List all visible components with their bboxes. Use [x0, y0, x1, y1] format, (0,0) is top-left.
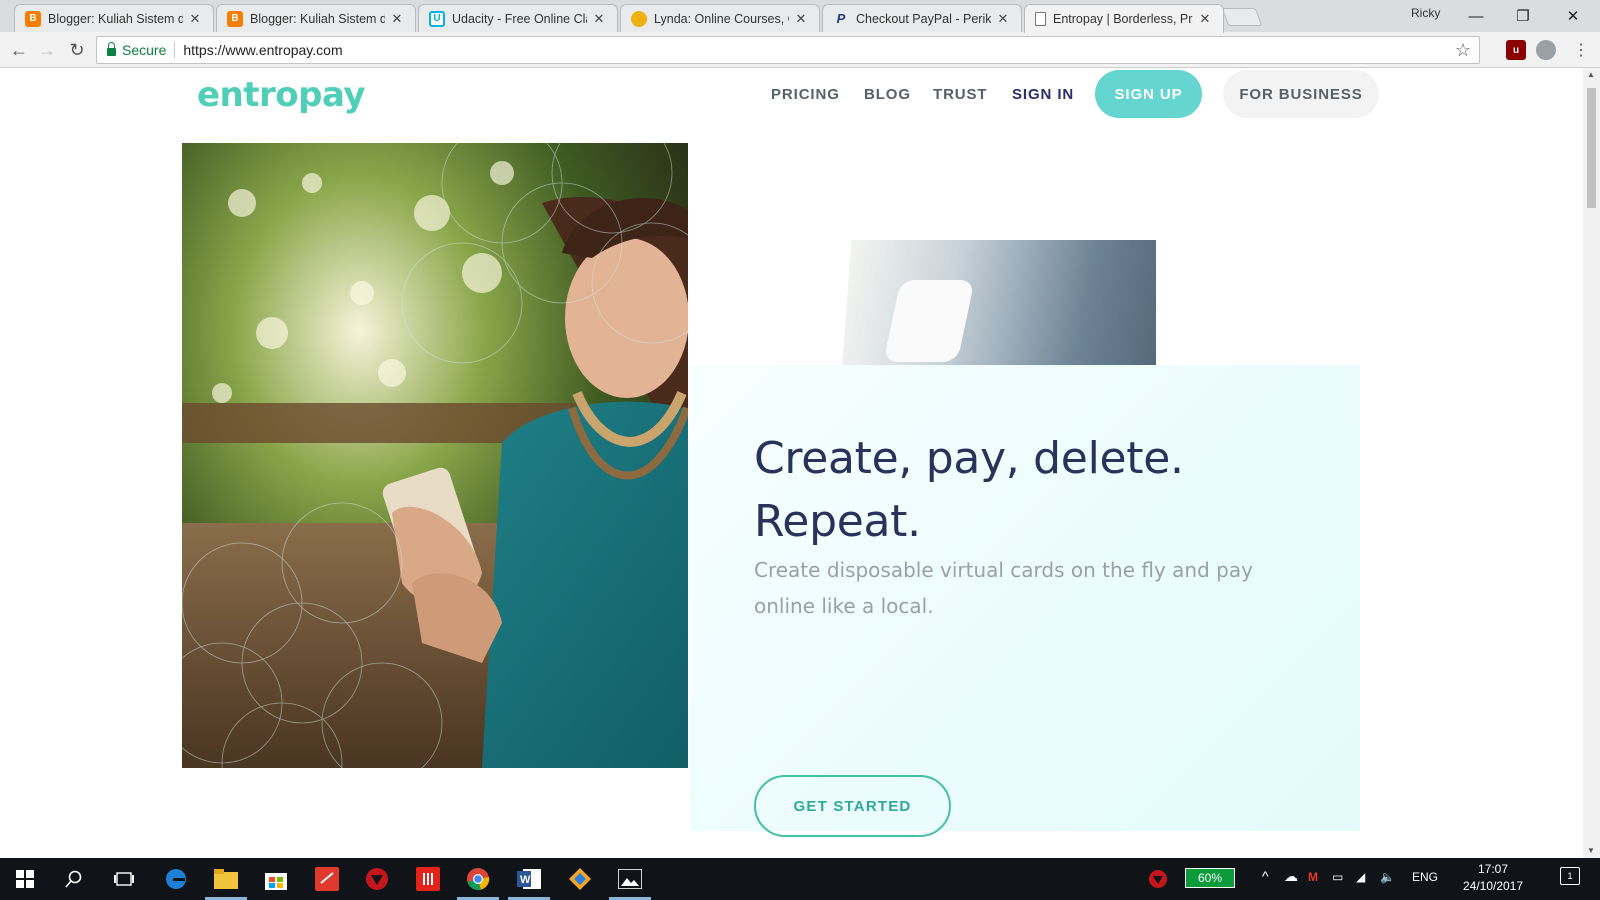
- windows-taskbar: W 60% ^ ☁ M ▭ ◢ 🔈 ENG 17:07 24/10/2017 1: [0, 858, 1600, 900]
- signup-button[interactable]: SIGN UP: [1095, 70, 1202, 118]
- close-icon[interactable]: ✕: [995, 11, 1011, 27]
- virtual-card-image: [842, 240, 1156, 366]
- minimize-icon[interactable]: —: [1453, 2, 1499, 30]
- search-icon[interactable]: [58, 863, 90, 895]
- address-bar[interactable]: Secure https://www.entropay.com ☆: [96, 36, 1480, 64]
- task-view-icon[interactable]: [108, 863, 140, 895]
- for-business-button[interactable]: FOR BUSINESS: [1223, 70, 1379, 118]
- hero-panel: Create, pay, delete. Repeat. Create disp…: [690, 365, 1360, 837]
- browser-tab[interactable]: B Blogger: Kuliah Sistem d ✕: [14, 4, 214, 32]
- hero-photo: [182, 143, 688, 768]
- tab-title: Udacity - Free Online Cla: [452, 11, 587, 26]
- clock[interactable]: 17:07 24/10/2017: [1458, 862, 1528, 893]
- restore-icon[interactable]: ❐: [1500, 2, 1546, 30]
- hero-headline-line1: Create, pay, delete.: [754, 433, 1184, 484]
- app-icon[interactable]: [564, 863, 596, 895]
- word-icon[interactable]: W: [508, 863, 550, 900]
- hero-subline: Create disposable virtual cards on the f…: [754, 558, 1253, 618]
- lock-icon: [107, 42, 116, 56]
- url-text[interactable]: https://www.entropay.com: [183, 42, 1455, 58]
- close-icon[interactable]: ✕: [793, 11, 809, 27]
- store-icon[interactable]: [260, 863, 292, 895]
- browser-tab-strip: B Blogger: Kuliah Sistem d ✕ B Blogger: …: [0, 0, 1600, 33]
- nav-blog[interactable]: BLOG: [864, 86, 911, 103]
- nav-trust[interactable]: TRUST: [933, 86, 988, 103]
- browser-tab[interactable]: P Checkout PayPal - Periks ✕: [822, 4, 1022, 32]
- ublock-extension-icon[interactable]: u: [1506, 40, 1526, 60]
- blogger-icon: B: [25, 10, 41, 27]
- secure-label: Secure: [122, 42, 176, 58]
- get-started-button[interactable]: GET STARTED: [754, 775, 951, 837]
- entropay-logo[interactable]: entropay: [197, 75, 366, 115]
- extension-icon[interactable]: [1536, 40, 1556, 60]
- svg-text:W: W: [520, 874, 531, 886]
- blogger-icon: B: [227, 10, 243, 27]
- browser-tab[interactable]: Lynda: Online Courses, C ✕: [620, 4, 820, 32]
- mcafee-icon[interactable]: M: [1308, 870, 1318, 884]
- app-icon[interactable]: [311, 863, 343, 895]
- page-scrollbar[interactable]: ▲ ▼: [1583, 68, 1600, 858]
- browser-toolbar: ← → ↻ Secure https://www.entropay.com ☆ …: [0, 32, 1600, 68]
- tab-title: Blogger: Kuliah Sistem d: [48, 11, 183, 26]
- wifi-icon[interactable]: ◢: [1356, 870, 1365, 884]
- browser-tab[interactable]: B Blogger: Kuliah Sistem d ✕: [216, 4, 416, 32]
- browser-tab[interactable]: U Udacity - Free Online Cla ✕: [418, 4, 618, 32]
- battery-percentage: 60%: [1197, 871, 1223, 885]
- scrollbar-thumb[interactable]: [1587, 88, 1596, 208]
- shield-app-icon[interactable]: [361, 863, 393, 895]
- language-indicator[interactable]: ENG: [1412, 870, 1438, 884]
- clock-date: 24/10/2017: [1462, 879, 1524, 893]
- page-icon: [1035, 12, 1046, 26]
- back-icon[interactable]: ←: [8, 39, 30, 61]
- file-explorer-icon[interactable]: [205, 863, 247, 900]
- volume-icon[interactable]: 🔈: [1380, 870, 1395, 884]
- notification-count: 1: [1567, 871, 1573, 881]
- nav-signin[interactable]: SIGN IN: [1012, 86, 1074, 103]
- tab-title: Entropay | Borderless, Pr: [1053, 12, 1193, 26]
- edge-browser-icon[interactable]: [160, 863, 192, 895]
- windows-start-icon[interactable]: [9, 863, 41, 895]
- card-chip-icon: [883, 280, 975, 362]
- paypal-icon: P: [836, 11, 846, 26]
- menu-icon[interactable]: ⋮: [1570, 39, 1592, 61]
- hero-headline: Create, pay, delete. Repeat.: [754, 427, 1314, 553]
- browser-tab-active[interactable]: Entropay | Borderless, Pr ✕: [1024, 4, 1224, 33]
- power-icon[interactable]: ▭: [1332, 870, 1343, 884]
- chevron-up-icon[interactable]: ^: [1262, 868, 1269, 884]
- antivirus-tray-icon[interactable]: [1142, 863, 1174, 895]
- bookmark-star-icon[interactable]: ☆: [1455, 40, 1471, 61]
- page-viewport: entropay PRICING BLOG TRUST SIGN IN SIGN…: [0, 68, 1583, 858]
- udacity-icon: U: [429, 10, 445, 27]
- clock-time: 17:07: [1477, 862, 1509, 876]
- tab-title: Blogger: Kuliah Sistem d: [250, 11, 385, 26]
- nav-pricing[interactable]: PRICING: [771, 86, 840, 103]
- photos-icon[interactable]: [609, 863, 651, 900]
- close-icon[interactable]: ✕: [187, 11, 203, 27]
- close-icon[interactable]: ✕: [591, 11, 607, 27]
- scroll-up-icon[interactable]: ▲: [1587, 70, 1595, 79]
- close-icon[interactable]: ✕: [389, 11, 405, 27]
- tab-title: Lynda: Online Courses, C: [654, 11, 789, 26]
- profile-name[interactable]: Ricky: [1411, 6, 1440, 20]
- reload-icon[interactable]: ↻: [66, 39, 88, 61]
- lynda-icon: [631, 10, 647, 27]
- new-tab-button[interactable]: [1221, 8, 1263, 26]
- tab-title: Checkout PayPal - Periks: [856, 11, 991, 26]
- scroll-down-icon[interactable]: ▼: [1587, 846, 1595, 855]
- media-app-icon[interactable]: [412, 863, 444, 895]
- battery-indicator[interactable]: 60%: [1185, 868, 1235, 888]
- hero-headline-line2: Repeat.: [754, 496, 921, 547]
- forward-icon[interactable]: →: [36, 39, 58, 61]
- chrome-icon[interactable]: [457, 863, 499, 900]
- close-icon[interactable]: ✕: [1197, 11, 1213, 27]
- onedrive-icon[interactable]: ☁: [1284, 868, 1298, 885]
- notification-icon[interactable]: 1: [1560, 867, 1580, 885]
- close-window-icon[interactable]: ✕: [1550, 2, 1596, 30]
